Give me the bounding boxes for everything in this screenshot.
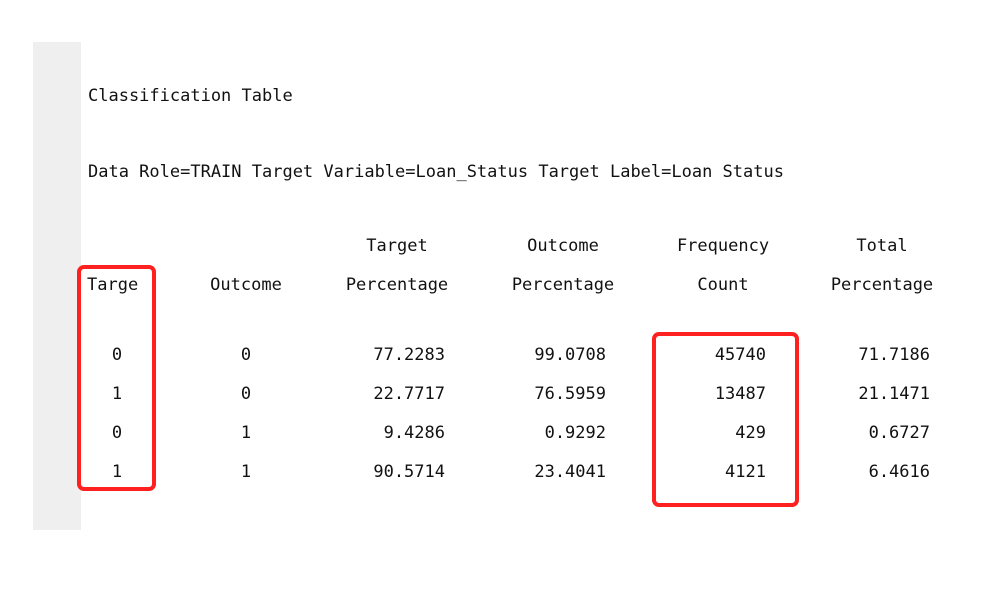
row-3-target-pct: 9.4286 (383, 423, 445, 443)
row-4-outcome: 1 (240, 462, 252, 482)
frequency-column-highlight-box (652, 332, 799, 507)
row-3-outcome: 1 (240, 423, 252, 443)
row-2-outcome-pct: 76.5959 (534, 384, 606, 404)
header-freq-line2: Count (697, 275, 749, 295)
target-column-highlight-box (77, 265, 156, 491)
header-total-pct-line2: Percentage (830, 275, 934, 295)
left-gutter (33, 42, 81, 530)
report-title: Classification Table (88, 86, 293, 106)
row-1-outcome-pct: 99.0708 (534, 345, 606, 365)
header-target-pct-line2: Percentage (345, 275, 449, 295)
row-2-outcome: 0 (240, 384, 252, 404)
row-1-target-pct: 77.2283 (373, 345, 445, 365)
header-target-pct-line1: Target (366, 236, 428, 256)
row-1-total-pct: 71.7186 (858, 345, 930, 365)
row-2-total-pct: 21.1471 (858, 384, 930, 404)
row-4-total-pct: 6.4616 (868, 462, 930, 482)
header-total-pct-line1: Total (856, 236, 908, 256)
row-3-outcome-pct: 0.9292 (544, 423, 606, 443)
row-1-outcome: 0 (240, 345, 252, 365)
header-freq-line1: Frequency (676, 236, 770, 256)
header-outcome-pct-line1: Outcome (527, 236, 599, 256)
row-2-target-pct: 22.7717 (373, 384, 445, 404)
row-4-outcome-pct: 23.4041 (534, 462, 606, 482)
row-3-total-pct: 0.6727 (868, 423, 930, 443)
header-outcome-pct-line2: Percentage (511, 275, 615, 295)
row-4-target-pct: 90.5714 (373, 462, 445, 482)
header-outcome: Outcome (210, 275, 282, 295)
report-subtitle: Data Role=TRAIN Target Variable=Loan_Sta… (88, 162, 784, 182)
